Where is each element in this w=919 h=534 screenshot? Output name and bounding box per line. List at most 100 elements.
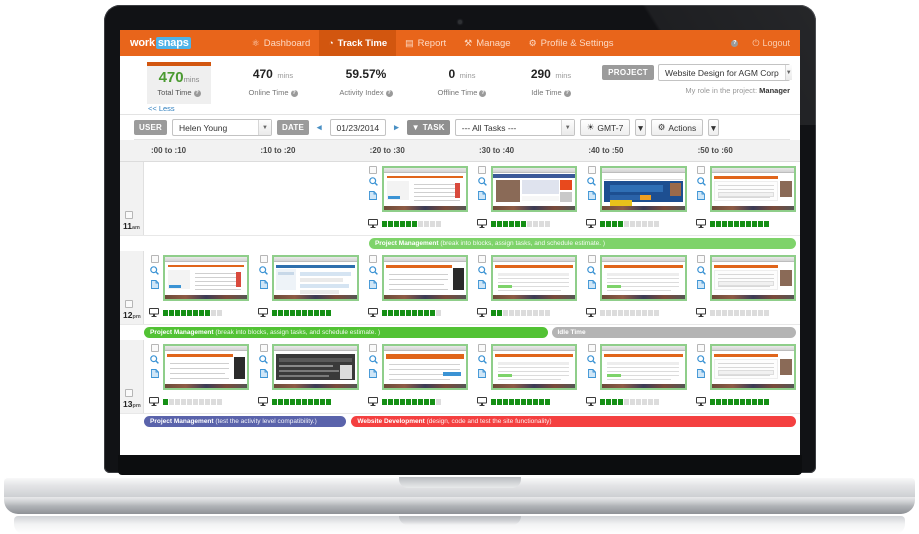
nav-item-track-time[interactable]: ◔ Track Time (319, 30, 396, 56)
task-bar[interactable]: Idle Time (552, 327, 797, 338)
magnifier-icon[interactable] (150, 266, 159, 277)
snapshot-thumbnail[interactable] (163, 344, 249, 390)
snapshot-thumbnail[interactable] (491, 255, 577, 301)
hour-select-checkbox[interactable] (125, 300, 133, 308)
actions-button[interactable]: ⚙ Actions (651, 119, 704, 136)
task-filter-tag[interactable]: ▼ TASK (407, 120, 450, 135)
nav-item-report[interactable]: ▤ Report (396, 30, 455, 56)
snapshot-thumbnail[interactable] (491, 166, 577, 212)
nav-item-profile-settings[interactable]: ⚙ Profile & Settings (520, 30, 623, 56)
document-icon[interactable] (478, 280, 486, 291)
snapshot-thumbnail[interactable] (600, 166, 686, 212)
snapshot-thumbnail[interactable] (491, 344, 577, 390)
project-select[interactable]: Website Design for AGM Corp ▼ (658, 64, 790, 81)
logout-button[interactable]: ⏻ Logout (752, 38, 790, 49)
magnifier-icon[interactable] (478, 266, 487, 277)
help-icon-total-time[interactable]: ? (194, 90, 201, 97)
snapshot-thumbnail[interactable] (382, 255, 468, 301)
hour-select-checkbox[interactable] (125, 211, 133, 219)
snapshot-checkbox[interactable] (369, 166, 377, 174)
document-icon[interactable] (588, 191, 596, 202)
snapshot-checkbox[interactable] (369, 255, 377, 263)
prev-date-button[interactable]: ◂ (314, 122, 325, 133)
magnifier-icon[interactable] (478, 177, 487, 188)
snapshot-thumbnail[interactable] (600, 344, 686, 390)
actions-dropdown-toggle[interactable]: ▼ (708, 119, 718, 136)
magnifier-icon[interactable] (587, 355, 596, 366)
help-button[interactable]: ? (729, 40, 738, 47)
document-icon[interactable] (478, 369, 486, 380)
help-icon-idle-time[interactable]: ? (564, 90, 571, 97)
snapshot-thumbnail[interactable] (382, 166, 468, 212)
activity-segment (648, 310, 653, 316)
snapshot-checkbox[interactable] (478, 166, 486, 174)
document-icon[interactable] (478, 191, 486, 202)
task-select[interactable]: --- All Tasks --- ▼ (455, 119, 575, 136)
help-icon-offline-time[interactable]: ? (479, 90, 486, 97)
magnifier-icon[interactable] (369, 266, 378, 277)
snapshot-checkbox[interactable] (697, 344, 705, 352)
user-select[interactable]: Helen Young ▼ (172, 119, 272, 136)
snapshot-checkbox[interactable] (369, 344, 377, 352)
nav-item-manage[interactable]: ⚒ Manage (455, 30, 519, 56)
snapshot-thumbnail[interactable] (710, 166, 796, 212)
task-bar[interactable]: Project Management (break into blocks, a… (144, 327, 548, 338)
magnifier-icon[interactable] (259, 355, 268, 366)
snapshot-checkbox[interactable] (588, 255, 596, 263)
document-icon[interactable] (369, 280, 377, 291)
document-icon[interactable] (151, 280, 159, 291)
task-bar[interactable]: Website Development (design, code and te… (351, 416, 796, 427)
snapshot-thumbnail[interactable] (600, 255, 686, 301)
magnifier-icon[interactable] (259, 266, 268, 277)
task-bar[interactable]: Project Management (test the activity le… (144, 416, 346, 427)
snapshot-thumbnail[interactable] (272, 255, 358, 301)
document-icon[interactable] (588, 369, 596, 380)
snapshot-thumbnail[interactable] (163, 255, 249, 301)
hour-select-checkbox[interactable] (125, 389, 133, 397)
document-icon[interactable] (369, 369, 377, 380)
date-input[interactable]: 01/23/2014 (330, 119, 387, 136)
snapshot-checkbox[interactable] (588, 344, 596, 352)
document-icon[interactable] (697, 191, 705, 202)
activity-row (368, 304, 468, 322)
magnifier-icon[interactable] (697, 266, 706, 277)
activity-segment (211, 399, 216, 405)
snapshot-thumbnail[interactable] (710, 344, 796, 390)
snapshot-checkbox[interactable] (697, 255, 705, 263)
magnifier-icon[interactable] (369, 177, 378, 188)
magnifier-icon[interactable] (150, 355, 159, 366)
snapshot-checkbox[interactable] (260, 255, 268, 263)
magnifier-icon[interactable] (587, 266, 596, 277)
magnifier-icon[interactable] (369, 355, 378, 366)
document-icon[interactable] (151, 369, 159, 380)
next-date-button[interactable]: ▸ (391, 122, 402, 133)
timezone-button[interactable]: ☀ GMT-7 (580, 119, 631, 136)
magnifier-icon[interactable] (697, 177, 706, 188)
snapshot-checkbox[interactable] (151, 344, 159, 352)
snapshot-checkbox[interactable] (588, 166, 596, 174)
magnifier-icon[interactable] (478, 355, 487, 366)
magnifier-icon[interactable] (587, 177, 596, 188)
magnifier-icon[interactable] (697, 355, 706, 366)
snapshot-checkbox[interactable] (260, 344, 268, 352)
task-bar[interactable]: Project Management (break into blocks, a… (369, 238, 796, 249)
snapshot-thumbnail[interactable] (382, 344, 468, 390)
snapshot-checkbox[interactable] (478, 255, 486, 263)
help-icon-online-time[interactable]: ? (291, 90, 298, 97)
document-icon[interactable] (588, 280, 596, 291)
nav-item-dashboard[interactable]: ⚛ Dashboard (243, 30, 320, 56)
snapshot-thumbnail[interactable] (710, 255, 796, 301)
help-icon-activity-index[interactable]: ? (386, 90, 393, 97)
document-icon[interactable] (697, 369, 705, 380)
snapshot-checkbox[interactable] (151, 255, 159, 263)
snapshot-thumbnail[interactable] (272, 344, 358, 390)
less-toggle-link[interactable]: << Less (148, 104, 175, 113)
document-icon[interactable] (697, 280, 705, 291)
snapshot-checkbox[interactable] (478, 344, 486, 352)
timezone-dropdown-toggle[interactable]: ▼ (635, 119, 645, 136)
document-icon[interactable] (260, 280, 268, 291)
document-icon[interactable] (369, 191, 377, 202)
snapshot-checkbox[interactable] (697, 166, 705, 174)
document-icon[interactable] (260, 369, 268, 380)
worksnaps-logo[interactable]: worksnaps (130, 37, 191, 49)
